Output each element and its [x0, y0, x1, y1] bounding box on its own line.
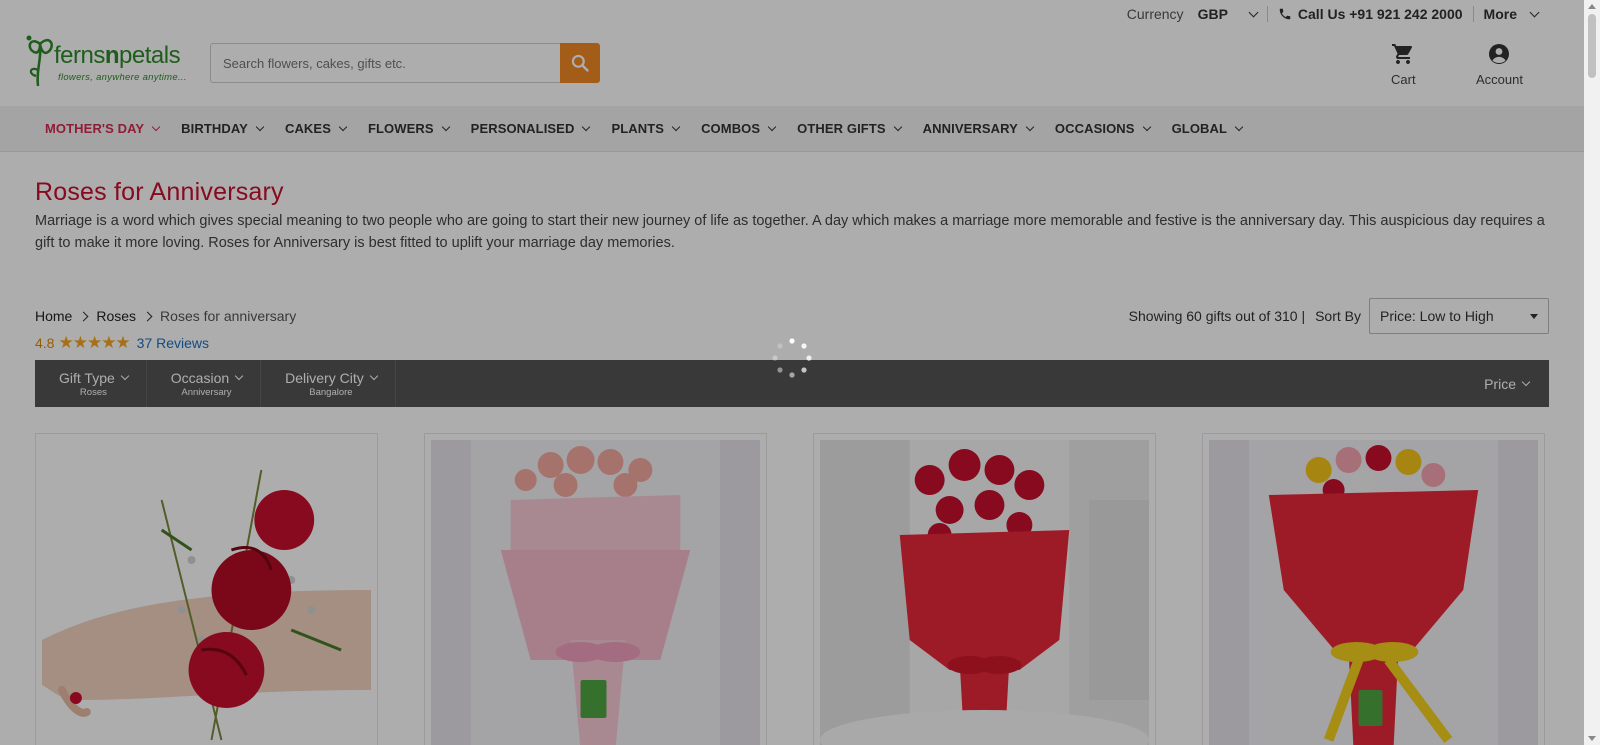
main-content: Roses for Anniversary Marriage is a word… [0, 178, 1600, 745]
nav-item-combos[interactable]: COMBOS [701, 121, 777, 136]
more-label: More [1483, 6, 1517, 22]
search-input[interactable] [210, 43, 560, 83]
product-image [431, 440, 760, 745]
chevron-down-icon [1142, 122, 1151, 131]
product-image [820, 440, 1149, 745]
product-card[interactable] [424, 433, 767, 745]
chevron-down-icon [151, 122, 161, 131]
scroll-up-icon[interactable] [1588, 4, 1596, 9]
logo-brand: fernsnpetals [54, 42, 181, 69]
breadcrumb-roses[interactable]: Roses [96, 308, 136, 324]
product-image [1209, 440, 1538, 745]
nav-item-plants[interactable]: PLANTS [611, 121, 681, 136]
chevron-down-icon [671, 122, 681, 131]
divider [1472, 6, 1474, 22]
search-icon [571, 54, 589, 72]
chevron-right-icon [142, 311, 153, 321]
caret-down-icon [1530, 313, 1538, 319]
product-card[interactable] [813, 433, 1156, 745]
chevron-down-icon [582, 122, 591, 131]
search-button[interactable] [560, 43, 600, 83]
breadcrumb: Home Roses Roses for anniversary [35, 308, 296, 324]
chevron-right-icon [78, 311, 89, 321]
results-count: Showing 60 gifts out of 310 | [1128, 308, 1306, 324]
breadcrumb-row: Home Roses Roses for anniversary Showing… [35, 298, 1549, 334]
nav-item-anniversary[interactable]: ANNIVERSARY [923, 121, 1035, 136]
cart-button[interactable]: Cart [1391, 42, 1416, 87]
scrollbar-thumb[interactable] [1588, 14, 1596, 78]
star-icon: ★★★★★ [58, 333, 130, 352]
cart-icon [1392, 44, 1413, 64]
product-card[interactable] [35, 433, 378, 745]
main-nav: MOTHER'S DAY BIRTHDAY CAKES FLOWERS PERS… [0, 106, 1600, 152]
more-menu[interactable]: More [1483, 6, 1540, 22]
filter-value: Anniversary [181, 386, 232, 398]
rating-summary: 4.8 ★★★★★ 37 Reviews [35, 333, 1549, 353]
scroll-down-icon[interactable] [1588, 736, 1596, 741]
top-bar: Currency GBP Call Us +91 921 242 2000 Mo… [0, 0, 1600, 28]
chevron-down-icon [338, 122, 348, 131]
logo-flower-icon [26, 35, 53, 87]
filter-price[interactable]: Price [1484, 360, 1549, 407]
account-button[interactable]: Account [1476, 42, 1523, 87]
nav-item-personalised[interactable]: PERSONALISED [471, 121, 591, 136]
account-label: Account [1476, 72, 1523, 87]
currency-select[interactable]: GBP [1197, 6, 1259, 22]
breadcrumb-current: Roses for anniversary [160, 308, 297, 324]
chevron-down-icon [120, 371, 130, 380]
nav-item-flowers[interactable]: FLOWERS [368, 121, 450, 136]
search-bar [210, 43, 600, 83]
filter-bar: Gift Type Roses Occasion Anniversary Del… [35, 360, 1549, 407]
chevron-down-icon [1529, 7, 1540, 17]
chevron-down-icon [1234, 122, 1244, 131]
page-title: Roses for Anniversary [35, 178, 284, 206]
call-us-link[interactable]: Call Us +91 921 242 2000 [1278, 6, 1463, 22]
sort-select[interactable]: Price: Low to High [1369, 298, 1549, 334]
filter-gift-type[interactable]: Gift Type Roses [35, 360, 147, 407]
chevron-down-icon [893, 122, 902, 131]
filter-value: Roses [79, 386, 107, 398]
filter-occasion[interactable]: Occasion Anniversary [147, 360, 262, 407]
filter-value: Bangalore [309, 386, 353, 398]
chevron-down-icon [1521, 377, 1531, 386]
currency-value: GBP [1197, 6, 1228, 22]
account-icon [1489, 44, 1510, 64]
breadcrumb-home[interactable]: Home [35, 308, 72, 324]
nav-item-mothers-day[interactable]: MOTHER'S DAY [45, 121, 161, 136]
filter-delivery-city[interactable]: Delivery City Bangalore [261, 360, 396, 407]
currency-label: Currency [1126, 6, 1184, 22]
phone-icon [1279, 8, 1291, 20]
logo-tagline: flowers, anywhere anytime... [58, 72, 187, 83]
cart-label: Cart [1391, 72, 1416, 87]
sort-selected: Price: Low to High [1380, 308, 1494, 324]
chevron-down-icon [767, 122, 777, 131]
nav-item-occasions[interactable]: OCCASIONS [1055, 121, 1151, 136]
product-grid [35, 433, 1549, 745]
chevron-down-icon [1025, 122, 1035, 131]
nav-item-cakes[interactable]: CAKES [285, 121, 348, 136]
chevron-down-icon [255, 122, 265, 131]
sort-area: Showing 60 gifts out of 310 | Sort By Pr… [1129, 298, 1549, 334]
page-description: Marriage is a word which gives special m… [35, 213, 1545, 251]
header: fernsnpetals flowers, anywhere anytime..… [0, 28, 1600, 106]
rating-value: 4.8 [35, 335, 55, 351]
product-card[interactable] [1202, 433, 1545, 745]
call-us-label: Call Us +91 921 242 2000 [1297, 6, 1463, 22]
nav-item-other-gifts[interactable]: OTHER GIFTS [797, 121, 902, 136]
chevron-down-icon [234, 371, 244, 380]
chevron-down-icon [369, 371, 378, 380]
nav-item-birthday[interactable]: BIRTHDAY [181, 121, 265, 136]
nav-item-global[interactable]: GLOBAL [1172, 121, 1244, 136]
chevron-down-icon [1248, 7, 1259, 17]
scrollbar[interactable] [1584, 0, 1600, 745]
product-image [42, 440, 371, 745]
divider [1266, 6, 1268, 22]
logo[interactable]: fernsnpetals flowers, anywhere anytime..… [24, 30, 189, 88]
chevron-down-icon [441, 122, 450, 131]
sort-label: Sort By [1315, 308, 1361, 324]
reviews-link[interactable]: 37 Reviews [137, 335, 209, 351]
